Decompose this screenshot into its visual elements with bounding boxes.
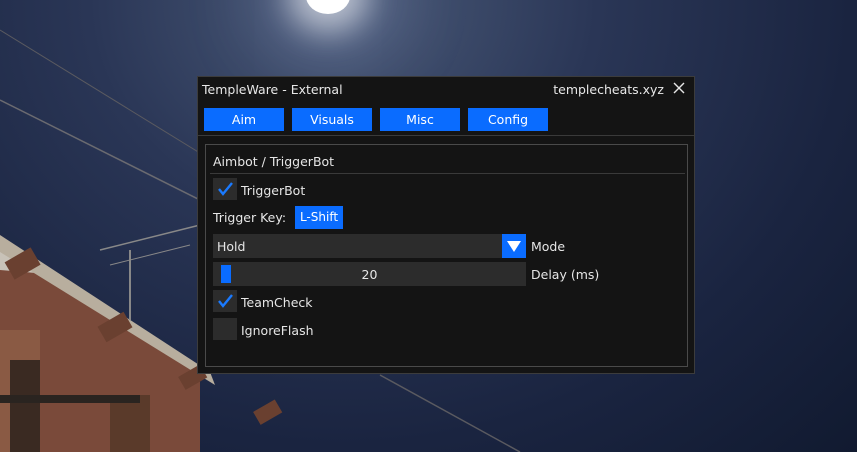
window-title: TempleWare - External	[202, 82, 343, 97]
tab-aim[interactable]: Aim	[204, 108, 284, 131]
teamcheck-label: TeamCheck	[241, 295, 313, 310]
trigger-key-label: Trigger Key:	[213, 210, 287, 225]
trigger-key-button[interactable]: L-Shift	[295, 206, 343, 229]
aimbot-panel: Aimbot / TriggerBot TriggerBot Trigger K…	[205, 144, 688, 367]
triggerbot-label: TriggerBot	[241, 183, 306, 198]
dropdown-arrow-icon[interactable]	[502, 234, 526, 258]
check-icon	[218, 294, 233, 308]
triggerbot-checkbox[interactable]	[213, 178, 237, 200]
mode-select-value: Hold	[217, 239, 246, 254]
close-icon[interactable]	[670, 79, 688, 97]
panel-title: Aimbot / TriggerBot	[213, 154, 335, 169]
check-icon	[218, 182, 233, 196]
delay-label: Delay (ms)	[531, 267, 600, 282]
panel-title-divider	[210, 173, 685, 174]
tab-visuals[interactable]: Visuals	[292, 108, 372, 131]
mode-select[interactable]: Hold	[213, 234, 526, 258]
delay-slider[interactable]: 20	[213, 262, 526, 286]
site-label: templecheats.xyz	[553, 82, 664, 97]
ignoreflash-checkbox[interactable]	[213, 318, 237, 340]
mode-label: Mode	[531, 239, 566, 254]
tab-divider	[198, 135, 694, 136]
title-bar[interactable]: TempleWare - External templecheats.xyz	[198, 77, 694, 103]
tab-misc[interactable]: Misc	[380, 108, 460, 131]
teamcheck-checkbox[interactable]	[213, 290, 237, 312]
tab-config[interactable]: Config	[468, 108, 548, 131]
cheat-menu-window: TempleWare - External templecheats.xyz A…	[197, 76, 695, 374]
ignoreflash-label: IgnoreFlash	[241, 323, 314, 338]
delay-value: 20	[361, 267, 378, 282]
